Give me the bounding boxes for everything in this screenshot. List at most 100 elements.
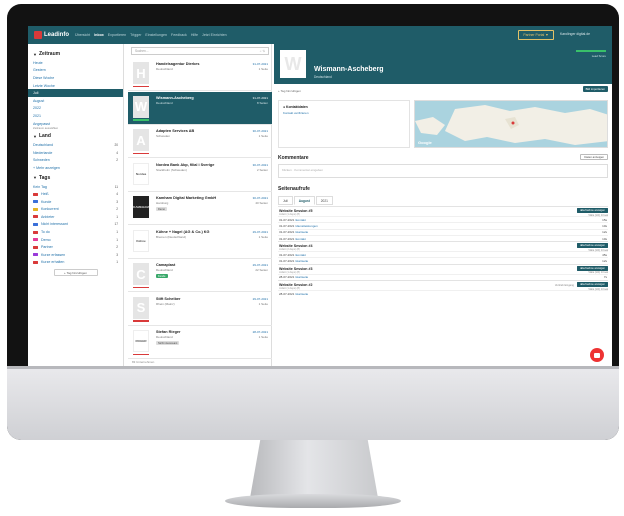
nav-overview[interactable]: Übersicht [75,33,90,37]
top-navigation-bar: Leadinfo Übersicht Inbox Exportieren Tri… [28,26,612,44]
company-name: Nordea Bank Abp, filial i Sverige [156,162,215,167]
partner-portal-button[interactable]: Partner Portal ▼ [518,30,554,40]
company-detail: W Wismann-Ascheberg Deutschland Lead Sco… [274,44,612,366]
session-header: Website Session #3 Juliett (1 days) (8) … [278,265,608,274]
session-visit-count: Visits (1/4): 13 sek [588,248,608,252]
show-recording-button[interactable]: ■ Aufnahme anzeigen [577,208,608,213]
session-visit-count: Visits (1/4): 13 sek [588,287,608,291]
tab-august[interactable]: August [293,196,315,205]
company-title: Wismann-Ascheberg [314,66,384,73]
company-logo: H [133,62,149,84]
chevron-down-icon: ▼ [33,175,37,181]
contact-verify-link[interactable]: Kontakt verifizieren [283,111,405,115]
nav-setup[interactable]: Jetzt Einrichten [202,33,227,37]
tag-item[interactable]: To do 1 [33,228,118,236]
nav-trigger[interactable]: Trigger [130,33,141,37]
logo-icon [34,31,42,39]
monitor-chin [7,368,619,440]
show-recording-button[interactable]: ■ Aufnahme anzeigen [577,265,608,271]
company-logo: W [280,50,306,78]
nav-feedback[interactable]: Feedback [171,33,187,37]
visits-title: Seitenaufrufe [278,186,310,192]
app-screen: Leadinfo Übersicht Inbox Exportieren Tri… [28,26,612,366]
tag-color-icon [33,207,38,211]
tag-color-icon [33,230,38,234]
land-heading[interactable]: ▼ Land [33,133,118,139]
zeitraum-item[interactable]: Juli [28,89,123,97]
session-header: Website Session #5 Juliett (1 days) (8) … [278,208,608,217]
company-name: Wismann-Ascheberg [156,95,194,100]
company-location: Bremen (Deutschland) [156,234,187,239]
tag-item[interactable]: Kunde 3 [33,198,118,206]
company-list-item[interactable]: KAMEHAM Kamham Digital Marketing GmbH Ha… [128,192,272,225]
search-icon[interactable]: ⌕ ⇅ [260,49,265,53]
company-page-count: 8 Seiten [256,100,268,105]
land-item[interactable]: Schweden 2 [33,157,118,165]
detail-add-tag[interactable]: + Tag hinzufügen [278,89,301,93]
app-logo[interactable]: Leadinfo [44,32,69,38]
land-item[interactable]: + Mehr anzeigen [33,164,118,172]
zeitraum-item[interactable]: 2022 [33,105,118,113]
tag-list: Kein Tag 11 Heiß 4 Kunde 3 Konkurrent 2 Anbieter… [33,183,118,267]
show-recording-button[interactable]: ■ Aufnahme anzeigen [577,243,608,249]
comment-input[interactable]: Klicken · Kommentar eingeben [278,164,608,178]
user-menu[interactable]: Karolinger digital.de [560,32,590,36]
company-page-count: 1 Seite [258,335,268,339]
company-score-bar [133,353,149,355]
company-page-count: 1 Seite [258,134,268,138]
company-list-item[interactable]: A Adapten Services AB Schweden 30-07-202… [128,125,272,158]
detail-header: W Wismann-Ascheberg Deutschland Lead Sco… [274,44,612,84]
nav-inbox[interactable]: Inbox [94,33,104,37]
search-input[interactable]: Suchen... ⌕ ⇅ [131,47,269,55]
chat-button[interactable] [590,348,604,362]
land-item[interactable]: Deutschland 20 [33,141,118,149]
land-list: Deutschland 20 Niederlande 4 Schweden 2 + Mehr… [33,141,118,171]
zeitraum-item[interactable]: August [33,97,118,105]
company-location: Deutschland [156,335,173,339]
nav-export[interactable]: Exportieren [108,33,126,37]
tag-item[interactable]: Anbieter 1 [33,213,118,221]
session-block: Website Session #4 Juliett (2 days) (8) … [278,241,608,264]
tag-item[interactable]: Kurze erhalten 1 [33,259,118,267]
show-recording-button[interactable]: ■ Aufnahme anzeigen [577,282,608,288]
add-tag-button[interactable]: + Tag hinzufügen [53,269,98,277]
tag-item[interactable]: Demo 1 [33,236,118,244]
tag-item[interactable]: Partner 2 [33,243,118,251]
company-list-item[interactable]: C Camaplast Deutschland 29-07-2021 22 Se… [128,259,272,292]
tags-heading[interactable]: ▼ Tags [33,175,118,181]
zeitraum-item[interactable]: Gestern [33,67,118,75]
company-list-item[interactable]: H Handelsagentur Dierkes Deutschland 31-… [128,58,272,91]
company-page-count: 1 Seite [258,301,268,306]
company-list-item[interactable]: W Wismann-Ascheberg Deutschland 31-07-20… [128,91,272,125]
company-list-item[interactable]: S Stift Scheiber Rhein (Mainz) 29-07-202… [128,293,272,326]
location-map[interactable]: Google [414,100,608,148]
zeitraum-heading[interactable]: ▼ Zeitraum [33,51,118,57]
comments-title: Kommentare [278,155,309,161]
import-image-button[interactable]: Bild importieren [582,86,608,92]
land-item[interactable]: Niederlande 4 [33,149,118,157]
zeitraum-item[interactable]: Diese Woche [33,74,118,82]
tab-2021[interactable]: 2021 [315,196,333,205]
page-visit-row[interactable]: 28-07-2021 /startseite [278,290,608,296]
tag-item[interactable]: Nicht interessant 17 [33,221,118,229]
company-list-item[interactable]: ROGER Stefan Rieger Deutschland 28-07-20… [128,326,272,359]
company-location: Stockholm (Schweden) [156,167,187,172]
session-meta: Juliett (1 days) (8) [279,287,300,291]
zeitraum-item[interactable]: Heute [33,59,118,67]
tag-item[interactable]: Konkurrent 2 [33,206,118,214]
company-list-item[interactable]: Nordea Nordea Bank Abp, filial i Sverige… [128,159,272,192]
tag-item[interactable]: Kein Tag 11 [33,183,118,191]
tab-juli[interactable]: Juli [278,196,293,205]
tag-item[interactable]: Kurze erfassen 3 [33,251,118,259]
nav-help[interactable]: Hilfe [191,33,198,37]
company-page-count: 40 Seiten [255,201,268,205]
comments-button[interactable]: Daten anzeigen [580,154,608,160]
company-date: 29-07-2021 [252,263,268,267]
company-list-item[interactable]: Kühne Kühne + Nagel (AG & Co.) KG Bremen… [128,226,272,259]
nav-settings[interactable]: Einstellungen [145,33,167,37]
zeitraum-item[interactable]: 2021 [33,112,118,120]
map-attribution: Google [418,140,432,145]
map-graphic [415,105,607,145]
tag-item[interactable]: Heiß 4 [33,190,118,198]
zeitraum-item[interactable]: Letzte Woche [33,82,118,90]
